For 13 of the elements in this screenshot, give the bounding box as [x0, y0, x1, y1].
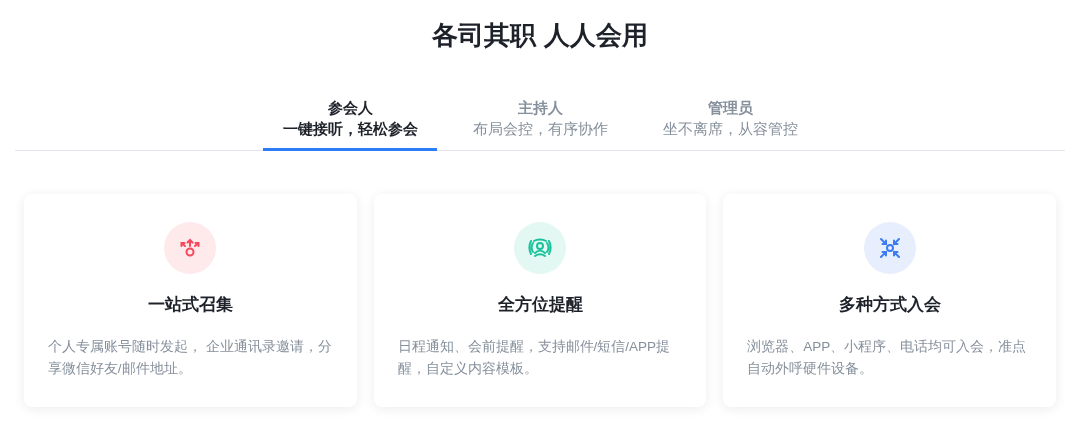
card-description: 浏览器、APP、小程序、电话均可入会，准点自动外呼硬件设备。	[747, 337, 1028, 378]
person-waves-icon	[528, 236, 552, 260]
card-title: 全方位提醒	[497, 294, 583, 316]
card-description: 日程通知、会前提醒，支持邮件/短信/APP提醒，自定义内容模板。	[397, 337, 671, 378]
card-title: 多种方式入会	[838, 294, 941, 316]
arrows-out-icon	[179, 237, 202, 259]
tab[interactable]: 参会人 一键接听，轻松参会	[263, 98, 437, 151]
tab[interactable]: 管理员 坐不离席，从容管控	[643, 98, 817, 151]
section-heading: 各司其职 人人会用	[431, 19, 649, 52]
arrows-in-icon	[877, 236, 902, 260]
tab[interactable]: 主持人 布局会控，有序协作	[453, 98, 627, 151]
card-description: 个人专属账号随时发起， 企业通讯录邀请，分享微信好友/邮件地址。	[47, 337, 333, 378]
card-title: 一站式召集	[147, 294, 233, 316]
